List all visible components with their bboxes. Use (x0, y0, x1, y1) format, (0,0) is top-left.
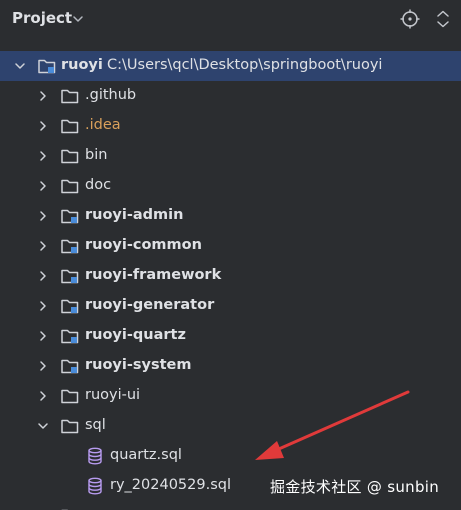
tree-item-sql[interactable]: sql (0, 411, 461, 441)
tree-item-ruoyi-ui[interactable]: ruoyi-ui (0, 381, 461, 411)
folder-icon (61, 89, 79, 104)
chevron-right-icon[interactable] (36, 149, 50, 163)
tree-item-label: doc (85, 177, 112, 193)
tree-item-label: ruoyi-quartz (85, 327, 186, 343)
tree-item-label: ruoyi-common (85, 237, 202, 253)
project-header: Project (0, 0, 461, 40)
chevron-right-icon[interactable] (36, 359, 50, 373)
tree-item-idea[interactable]: .idea (0, 111, 461, 141)
tree-item-label: .github (85, 87, 137, 103)
module-folder-icon (61, 209, 79, 224)
folder-icon (61, 119, 79, 134)
tree-root-label: ruoyi (61, 57, 103, 73)
chevron-right-icon[interactable] (36, 269, 50, 283)
database-icon (88, 477, 102, 495)
chevron-right-icon[interactable] (36, 389, 50, 403)
module-folder-icon (61, 239, 79, 254)
tree-root-path: C:\Users\qcl\Desktop\springboot\ruoyi (107, 57, 383, 73)
tree-item-bin[interactable]: bin (0, 141, 461, 171)
module-folder-icon (61, 269, 79, 284)
tree-item-label: ruoyi-admin (85, 207, 184, 223)
folder-icon (61, 419, 79, 434)
folder-icon (61, 149, 79, 164)
tree-file-quartz-sql[interactable]: quartz.sql (0, 441, 461, 471)
tree-item-github[interactable]: .github (0, 81, 461, 111)
tree-item-ruoyi-common[interactable]: ruoyi-common (0, 231, 461, 261)
chevron-right-icon[interactable] (36, 239, 50, 253)
module-folder-icon (38, 59, 56, 74)
chevron-down-icon[interactable] (71, 12, 85, 26)
tree-item-label: ruoyi-framework (85, 267, 222, 283)
tree-file-label: ry_20240529.sql (110, 477, 231, 493)
project-view-title[interactable]: Project (12, 9, 72, 27)
tree-item-label: ruoyi-generator (85, 297, 215, 313)
tree-root-row[interactable]: ruoyi C:\Users\qcl\Desktop\springboot\ru… (0, 51, 461, 81)
module-folder-icon (61, 359, 79, 374)
chevron-right-icon[interactable] (36, 179, 50, 193)
database-icon (88, 447, 102, 465)
chevron-down-icon[interactable] (13, 59, 27, 73)
tree-item-ruoyi-quartz[interactable]: ruoyi-quartz (0, 321, 461, 351)
tree-item-ruoyi-admin[interactable]: ruoyi-admin (0, 201, 461, 231)
chevron-right-icon[interactable] (36, 119, 50, 133)
tree-item-ruoyi-generator[interactable]: ruoyi-generator (0, 291, 461, 321)
tree-item-doc[interactable]: doc (0, 171, 461, 201)
tree-item-label: bin (85, 147, 108, 163)
module-folder-icon (61, 329, 79, 344)
tree-item-partial (0, 501, 461, 510)
chevron-right-icon[interactable] (36, 329, 50, 343)
tree-item-label: ruoyi-ui (85, 387, 141, 403)
project-tool-window: Project ruoyi C:\Users\qcl\Desktop\sprin… (0, 0, 461, 510)
watermark-text: 掘金技术社区 @ sunbin (270, 478, 440, 496)
tree-item-label: sql (85, 417, 106, 433)
tree-file-label: quartz.sql (110, 447, 182, 463)
chevron-right-icon[interactable] (36, 89, 50, 103)
tree-item-label: .idea (85, 117, 121, 133)
tree-item-ruoyi-system[interactable]: ruoyi-system (0, 351, 461, 381)
chevron-down-icon[interactable] (36, 419, 50, 433)
folder-icon (61, 389, 79, 404)
module-folder-icon (61, 299, 79, 314)
chevron-right-icon[interactable] (36, 209, 50, 223)
chevron-right-icon[interactable] (36, 299, 50, 313)
expand-collapse-icon[interactable] (432, 8, 454, 30)
locate-icon[interactable] (399, 8, 421, 30)
tree-item-ruoyi-framework[interactable]: ruoyi-framework (0, 261, 461, 291)
tree-item-label: ruoyi-system (85, 357, 192, 373)
folder-icon (61, 179, 79, 194)
